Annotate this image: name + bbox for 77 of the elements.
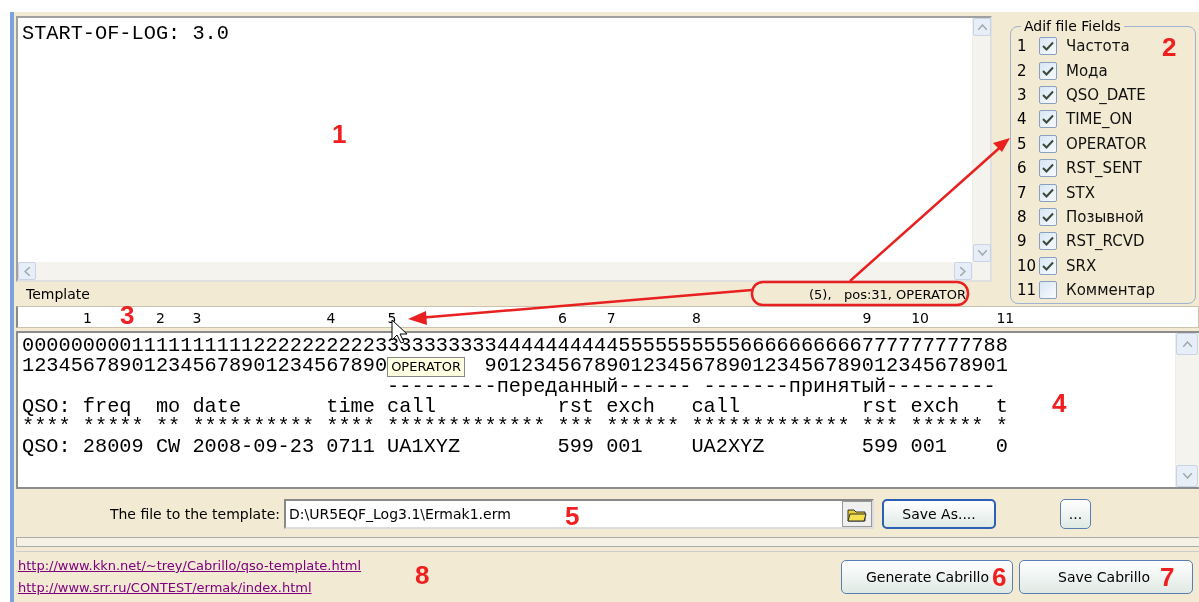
open-folder-button[interactable] (842, 501, 872, 527)
arrow-left-icon (24, 266, 30, 276)
ruler-tick-label: 4 (326, 310, 336, 326)
field-label: SRX (1066, 256, 1097, 275)
field-number: 8 (1017, 207, 1028, 226)
group-title: Adif file Fields (1023, 18, 1122, 34)
template-line: ---------переданный------ -------принятый--------- (386, 376, 996, 397)
arrow-up-icon (977, 24, 987, 30)
template-line: **** ***** ** ********** **** ************* *** ****** ************* *** ****** * (22, 417, 1008, 438)
template-label: Template (26, 286, 90, 302)
field-number: 7 (1017, 183, 1028, 202)
save-as-button[interactable]: Save As.... (882, 499, 996, 529)
field-checkbox[interactable] (1039, 281, 1057, 300)
link[interactable]: http://www.srr.ru/CONTEST/ermak/index.html (18, 578, 362, 598)
ruler-tick-label: 8 (691, 310, 701, 326)
ruler-tick-label: 10 (911, 310, 929, 326)
field-checkbox[interactable] (1039, 61, 1057, 80)
field-label: Комментар (1066, 281, 1155, 300)
field-checkbox[interactable] (1039, 159, 1057, 178)
field-number: 2 (1017, 61, 1028, 80)
field-number: 3 (1017, 85, 1028, 104)
ruler-tick-label: 1 (82, 310, 92, 326)
arrow-right-icon (960, 266, 966, 276)
arrow-up-icon (1182, 341, 1192, 347)
arrow-down-icon (977, 250, 987, 256)
field-label: Частота (1066, 37, 1130, 56)
field-checkbox[interactable] (1039, 232, 1057, 251)
arrow-down-icon (1182, 473, 1192, 479)
field-checkbox[interactable] (1039, 110, 1057, 129)
annotation-number: 3 (120, 302, 135, 328)
annotation-number: 5 (565, 503, 580, 529)
field-label: Мода (1066, 61, 1108, 80)
field-number: 4 (1017, 110, 1028, 129)
field-label: RST_SENT (1066, 159, 1142, 178)
field-checkbox[interactable] (1039, 134, 1057, 153)
field-label: Позывной (1066, 207, 1144, 226)
field-checkbox[interactable] (1039, 256, 1057, 275)
ruler-tick-label: 3 (192, 310, 202, 326)
ruler-tick-label: 9 (862, 310, 872, 326)
field-checkbox[interactable] (1039, 207, 1057, 226)
ruler-tick-label: 2 (155, 310, 165, 326)
field-label: STX (1066, 183, 1095, 202)
annotation-number: 6 (992, 564, 1007, 590)
field-label: QSO_DATE (1066, 85, 1146, 104)
annotation-number: 8 (415, 562, 430, 588)
annotation-number: 1 (332, 121, 347, 147)
field-number: 10 (1017, 256, 1038, 275)
link[interactable]: http://www.kkn.net/~trey/Cabrillo/qso-template.html (18, 556, 362, 576)
ruler-tick-label: 11 (996, 310, 1015, 326)
template-line: 9012345678901234567890123456789012345678901 (484, 354, 1008, 378)
field-checkbox[interactable] (1039, 37, 1057, 56)
field-checkbox[interactable] (1039, 183, 1057, 202)
field-label: TIME_ON (1066, 110, 1133, 129)
field-label: RST_RCVD (1066, 232, 1145, 251)
log-text: START-OF-LOG: 3.0 (22, 24, 229, 45)
annotation-number: 7 (1160, 564, 1175, 590)
ruler-tick-label: 7 (606, 310, 616, 326)
more-button[interactable]: ... (1060, 499, 1091, 529)
field-number: 9 (1017, 232, 1028, 251)
field-number: 1 (1017, 37, 1028, 56)
template-line: 000000000111111111122222222223333333333444444444455555555556666666666777777777788 (22, 336, 1008, 357)
field-checkbox[interactable] (1039, 85, 1057, 104)
field-number: 11 (1017, 281, 1038, 300)
annotation-number: 4 (1052, 390, 1067, 416)
template-line: 123456789012345678901234567890 (22, 354, 388, 378)
folder-icon (847, 506, 867, 522)
annotation-number: 2 (1162, 34, 1177, 60)
cursor-status: (5), pos:31, OPERATOR (809, 286, 966, 302)
tooltip: OPERATOR (387, 357, 465, 378)
field-number: 6 (1017, 159, 1028, 178)
ruler-tick-label: 5 (387, 310, 397, 326)
template-line: QSO: freq mo date time call rst exch call rst exch t (22, 396, 1008, 418)
file-label: The file to the template: (108, 506, 281, 522)
ruler-tick-label: 6 (557, 310, 567, 326)
template-line: QSO: 28009 CW 2008-09-23 0711 UA1XYZ 599 001 UA2XYZ 599 001 0 (22, 437, 1008, 458)
field-label: OPERATOR (1066, 134, 1147, 153)
field-number: 5 (1017, 134, 1028, 153)
